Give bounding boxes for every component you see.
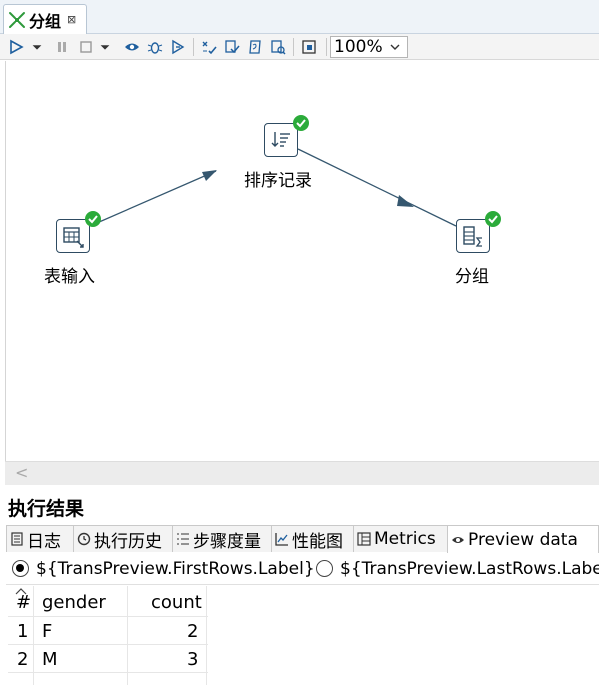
tab-history[interactable]: 执行历史 (73, 525, 173, 552)
run-icon[interactable] (6, 37, 26, 57)
metrics-icon (357, 532, 371, 546)
tab-label: 步骤度量 (193, 531, 261, 552)
tab-label: Metrics (374, 529, 436, 549)
log-icon (11, 532, 23, 546)
hop-line (297, 148, 457, 227)
tab-log[interactable]: 日志 (6, 525, 74, 552)
group-by-icon (463, 226, 482, 247)
pause-icon[interactable] (52, 37, 72, 57)
tab-label: 日志 (27, 531, 61, 552)
transformation-canvas[interactable]: 表输入 排序记录 分组 (5, 61, 599, 461)
cell-count[interactable]: 3 (187, 649, 198, 670)
radio-first-rows-label: ${TransPreview.FirstRows.Label} (36, 559, 315, 579)
replay-icon[interactable] (168, 37, 188, 57)
sort-rows-icon (271, 132, 290, 147)
zoom-value: 100% (334, 37, 383, 57)
tab-metrics[interactable]: Metrics (353, 525, 448, 552)
sql-icon[interactable] (245, 37, 265, 57)
step-label: 表输入 (44, 267, 95, 287)
analyze-impact-icon[interactable] (222, 37, 242, 57)
editor-tab-bar: 分组 ⊠ (0, 0, 599, 34)
debug-icon[interactable] (145, 37, 165, 57)
success-check-icon (293, 115, 309, 131)
preview-rows-options: ${TransPreview.FirstRows.Label} ${TransP… (6, 553, 599, 585)
step-label: 排序记录 (244, 171, 312, 191)
close-tab-icon[interactable]: ⊠ (67, 13, 76, 26)
canvas-horizontal-scrollbar[interactable]: < (5, 461, 599, 485)
preview-data-table: # gender count 1 F 2 2 M 3 (8, 586, 599, 685)
cell-count[interactable]: 2 (187, 621, 198, 642)
performance-icon (275, 533, 288, 546)
column-header-count[interactable]: count (151, 592, 202, 613)
results-title: 执行结果 (8, 498, 85, 520)
tab-preview-data[interactable]: Preview data (447, 525, 599, 553)
success-check-icon (85, 211, 101, 227)
stop-dropdown-icon[interactable] (98, 37, 112, 57)
zoom-select[interactable]: 100% (330, 36, 408, 58)
tab-label: 性能图 (292, 531, 343, 552)
step-label: 分组 (455, 267, 489, 287)
step-metrics-icon (177, 533, 189, 545)
row-number: 1 (17, 621, 29, 642)
stop-icon[interactable] (76, 37, 96, 57)
preview-eye-icon (452, 536, 464, 543)
radio-first-rows[interactable] (12, 560, 29, 577)
explore-db-icon[interactable] (268, 37, 288, 57)
tab-step-metrics[interactable]: 步骤度量 (172, 525, 272, 552)
transformation-toolbar: 100% (0, 34, 599, 60)
run-dropdown-icon[interactable] (30, 37, 44, 57)
cell-gender[interactable]: F (42, 621, 52, 642)
row-number: 2 (17, 649, 29, 670)
radio-last-rows-label: ${TransPreview.LastRows.Label} (340, 559, 599, 579)
tab-transformation[interactable]: 分组 ⊠ (3, 4, 87, 34)
chevron-down-icon (390, 44, 400, 50)
column-header-gender[interactable]: gender (42, 592, 106, 613)
verify-icon[interactable] (199, 37, 219, 57)
radio-last-rows[interactable] (316, 560, 333, 577)
transformation-icon (9, 11, 25, 28)
hop-arrow-head (397, 195, 414, 207)
history-icon (77, 532, 91, 546)
scroll-left-icon[interactable]: < (15, 463, 28, 482)
hop-arrow-head (202, 170, 217, 181)
tab-performance[interactable]: 性能图 (271, 525, 354, 552)
grid-icon[interactable] (299, 37, 319, 57)
results-tab-bar: 日志 执行历史 步骤度量 性能图 Metrics Preview data (6, 524, 599, 553)
hop-line (89, 170, 217, 227)
column-header-index[interactable]: # (16, 592, 31, 613)
tab-label: 执行历史 (94, 531, 162, 552)
table-input-icon (63, 227, 84, 248)
preview-icon[interactable] (122, 37, 142, 57)
tab-label: Preview data (468, 529, 578, 550)
tab-title: 分组 (29, 11, 62, 31)
success-check-icon (485, 211, 501, 227)
cell-gender[interactable]: M (42, 649, 58, 670)
